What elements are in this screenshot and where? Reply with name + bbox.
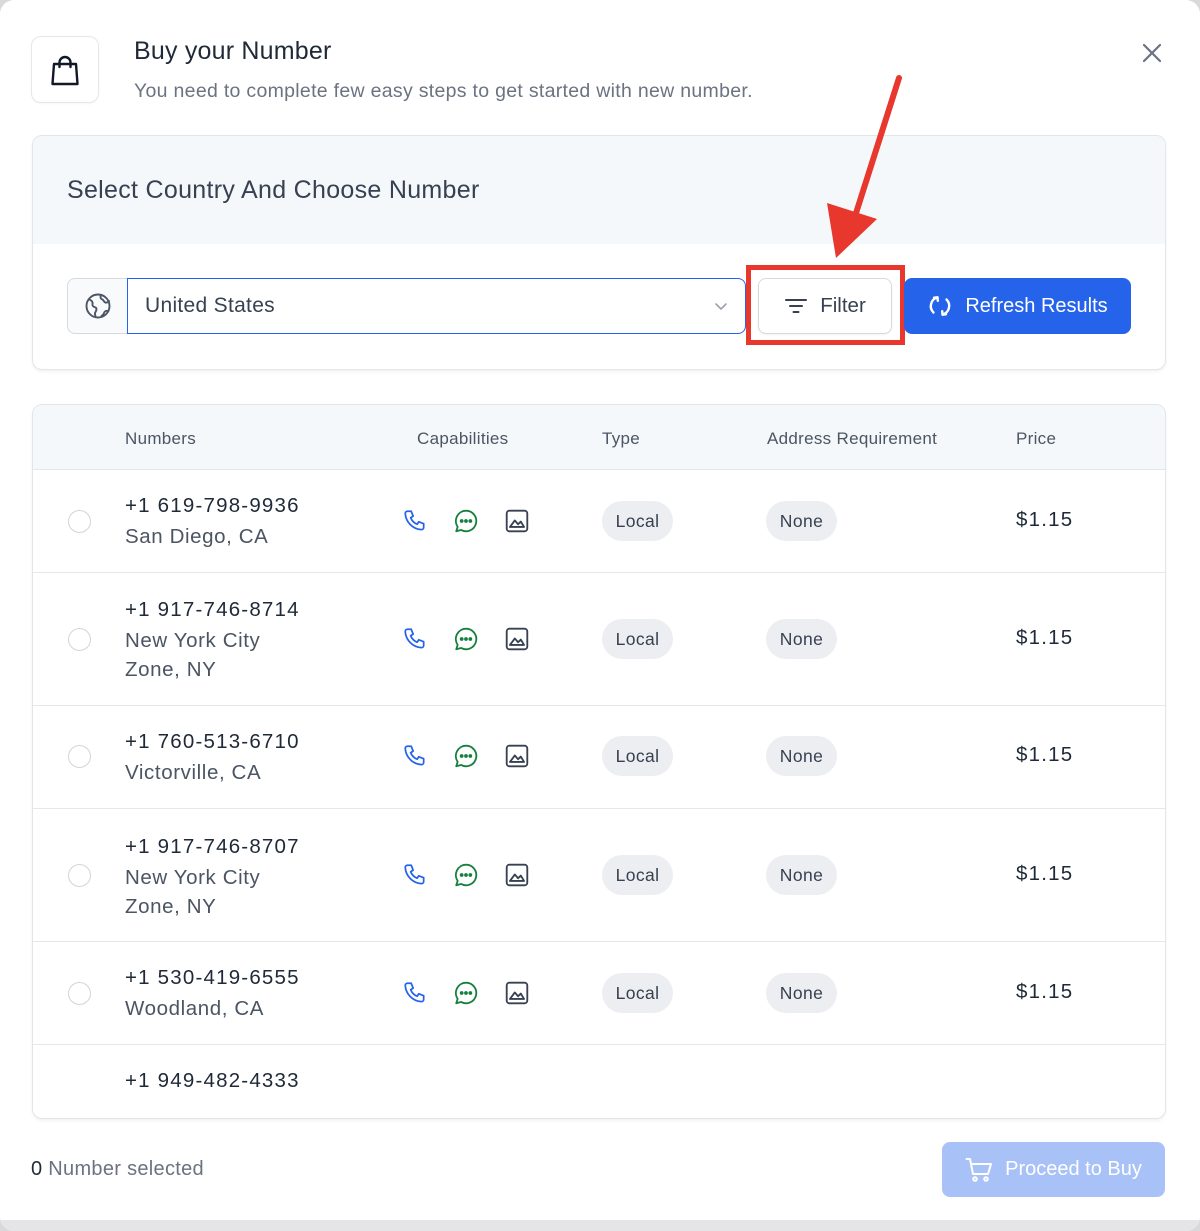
- chat-icon: [452, 979, 480, 1007]
- modal-bottom-edge: [0, 1220, 1200, 1231]
- phone-number: +1 917-746-8707: [125, 835, 300, 858]
- number-price: $1.15: [1016, 508, 1074, 531]
- table-row[interactable]: +1 949-482-4333: [33, 1045, 1165, 1097]
- selected-count-text: 0 Number selected: [31, 1158, 204, 1181]
- image-icon: [503, 742, 531, 770]
- buy-number-modal: Buy your Number You need to complete few…: [0, 0, 1200, 1231]
- cart-icon: [965, 1157, 993, 1182]
- country-selection-card: Select Country And Choose Number: [32, 135, 1166, 370]
- table-row[interactable]: +1 530-419-6555 Woodland, CA Local None …: [33, 942, 1165, 1045]
- row-radio[interactable]: [68, 510, 91, 533]
- phone-icon: [401, 625, 429, 653]
- modal-subtitle: You need to complete few easy steps to g…: [134, 80, 753, 102]
- column-header-numbers: Numbers: [125, 429, 197, 448]
- table-row[interactable]: +1 619-798-9936 San Diego, CA Local None…: [33, 470, 1165, 573]
- type-badge: Local: [602, 855, 673, 895]
- row-radio[interactable]: [68, 745, 91, 768]
- number-price: $1.15: [1016, 626, 1074, 649]
- phone-icon: [401, 979, 429, 1007]
- address-badge: None: [766, 973, 837, 1013]
- row-radio[interactable]: [68, 628, 91, 651]
- address-badge: None: [766, 501, 837, 541]
- image-icon: [503, 625, 531, 653]
- chevron-down-icon: [715, 303, 727, 310]
- chat-icon: [452, 625, 480, 653]
- table-header: Numbers Capabilities Type Address Requir…: [33, 405, 1165, 470]
- phone-number: +1 760-513-6710: [125, 730, 300, 753]
- chat-icon: [452, 861, 480, 889]
- type-badge: Local: [602, 736, 673, 776]
- filter-highlight-box: [746, 265, 905, 345]
- image-icon: [503, 861, 531, 889]
- image-icon: [503, 979, 531, 1007]
- number-price: $1.15: [1016, 743, 1074, 766]
- phone-icon: [401, 507, 429, 535]
- row-radio[interactable]: [68, 982, 91, 1005]
- country-select-value: United States: [145, 294, 275, 317]
- refresh-results-button[interactable]: Refresh Results: [904, 278, 1131, 334]
- number-price: $1.15: [1016, 980, 1074, 1003]
- table-row[interactable]: +1 917-746-8714 New York City Zone, NY L…: [33, 573, 1165, 706]
- number-location: Victorville, CA: [125, 761, 262, 784]
- number-location: Woodland, CA: [125, 997, 265, 1020]
- numbers-table: Numbers Capabilities Type Address Requir…: [32, 404, 1166, 1119]
- table-row[interactable]: +1 760-513-6710 Victorville, CA Local No…: [33, 706, 1165, 809]
- country-select[interactable]: United States: [127, 278, 746, 334]
- phone-icon: [401, 861, 429, 889]
- table-row[interactable]: +1 917-746-8707 New York City Zone, NY L…: [33, 809, 1165, 942]
- type-badge: Local: [602, 973, 673, 1013]
- chat-icon: [452, 742, 480, 770]
- address-badge: None: [766, 619, 837, 659]
- type-badge: Local: [602, 501, 673, 541]
- phone-icon: [401, 742, 429, 770]
- refresh-button-label: Refresh Results: [965, 294, 1108, 317]
- shopping-bag-icon: [31, 36, 99, 103]
- country-selection-header: Select Country And Choose Number: [33, 136, 1165, 244]
- address-badge: None: [766, 736, 837, 776]
- chat-icon: [452, 507, 480, 535]
- column-header-capabilities: Capabilities: [417, 429, 509, 448]
- number-location: New York City Zone, NY: [125, 866, 261, 918]
- number-location: New York City Zone, NY: [125, 629, 261, 681]
- column-header-address: Address Requirement: [767, 429, 938, 448]
- phone-number: +1 530-419-6555: [125, 966, 300, 989]
- modal-title: Buy your Number: [134, 37, 332, 65]
- section-title: Select Country And Choose Number: [67, 175, 480, 204]
- address-badge: None: [766, 855, 837, 895]
- phone-number: +1 917-746-8714: [125, 598, 300, 621]
- refresh-icon: [929, 296, 951, 316]
- selected-count: 0: [31, 1158, 43, 1180]
- type-badge: Local: [602, 619, 673, 659]
- proceed-to-buy-button[interactable]: Proceed to Buy: [942, 1142, 1165, 1197]
- number-price: $1.15: [1016, 862, 1074, 885]
- globe-icon: [67, 278, 128, 334]
- image-icon: [503, 507, 531, 535]
- proceed-button-label: Proceed to Buy: [1005, 1158, 1142, 1180]
- number-location: San Diego, CA: [125, 525, 269, 548]
- phone-number: +1 619-798-9936: [125, 494, 300, 517]
- row-radio[interactable]: [68, 864, 91, 887]
- selected-count-label: Number selected: [42, 1158, 204, 1180]
- column-header-price: Price: [1016, 429, 1057, 448]
- close-icon[interactable]: [1138, 39, 1166, 67]
- phone-number: +1 949-482-4333: [125, 1069, 300, 1092]
- column-header-type: Type: [602, 429, 641, 448]
